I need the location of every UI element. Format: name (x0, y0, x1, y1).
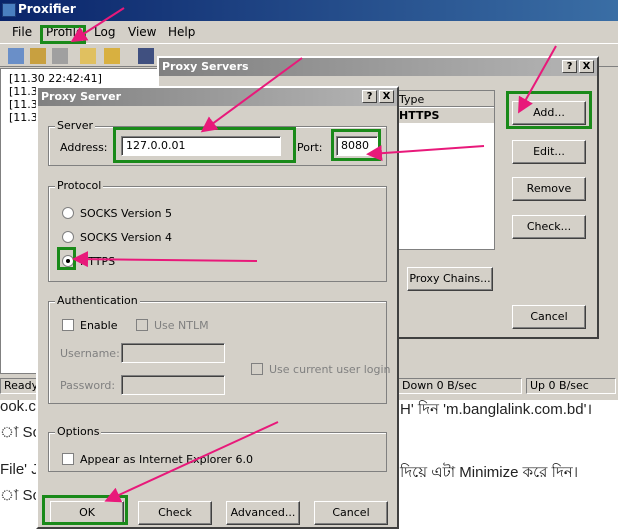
arrow-to-profile (70, 7, 125, 43)
arrow-to-https (72, 251, 258, 268)
arrow-to-address (200, 57, 303, 133)
annotation-arrows (70, 7, 557, 503)
arrow-to-port (366, 145, 485, 162)
arrow-to-ok (104, 421, 279, 503)
arrow-to-add (518, 45, 557, 114)
